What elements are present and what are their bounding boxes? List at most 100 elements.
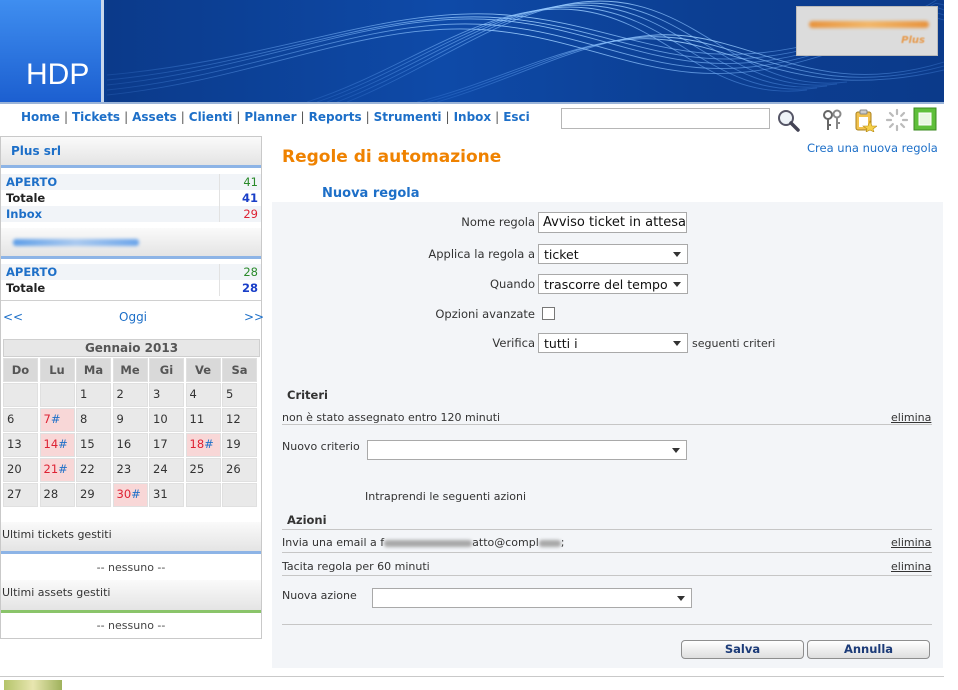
- calendar-day[interactable]: 16: [112, 433, 148, 457]
- advanced-options-label: Opzioni avanzate: [435, 307, 535, 321]
- actions-title: Azioni: [287, 513, 327, 527]
- verify-suffix: seguenti criteri: [692, 337, 776, 350]
- nav-planner[interactable]: Planner: [244, 110, 296, 124]
- delete-action-email-link[interactable]: elimina: [891, 536, 931, 549]
- green-square-icon[interactable]: [913, 107, 937, 131]
- logo-text: HDP: [26, 58, 90, 91]
- calendar-day[interactable]: 25: [185, 458, 221, 482]
- calendar-day[interactable]: 15: [76, 433, 111, 457]
- calendar-day[interactable]: 22: [76, 458, 111, 482]
- nav-home[interactable]: Home: [21, 110, 60, 124]
- left-sidebar: Plus srl APERTO 41 Totale 41 Inbox 29 AP…: [0, 136, 264, 639]
- nav-strumenti[interactable]: Strumenti: [374, 110, 442, 124]
- when-value: trascorre del tempo: [544, 277, 668, 292]
- criteria-title: Criteri: [287, 388, 328, 402]
- clipboard-icon[interactable]: [853, 108, 878, 133]
- calendar-month: Gennaio 2013: [3, 339, 260, 357]
- company-name[interactable]: Plus srl: [11, 144, 61, 158]
- rule-name-input[interactable]: Avviso ticket in attesa: [538, 212, 687, 233]
- save-button[interactable]: Salva: [681, 640, 804, 659]
- calendar-day[interactable]: 6: [3, 408, 38, 432]
- action-row-email: Invia una email a f atto@compl;: [282, 536, 565, 549]
- calendar-day[interactable]: 2: [112, 383, 148, 407]
- nav-tickets[interactable]: Tickets: [72, 110, 120, 124]
- calendar-day[interactable]: 23: [112, 458, 148, 482]
- cancel-button[interactable]: Annulla: [807, 640, 930, 659]
- calendar-day-header: Ve: [185, 358, 221, 382]
- calendar-day[interactable]: 31: [149, 483, 184, 507]
- stat-row-aperto-user[interactable]: APERTO 28: [1, 264, 261, 280]
- calendar-day[interactable]: 17: [149, 433, 184, 457]
- nav-reports[interactable]: Reports: [309, 110, 362, 124]
- calendar-day[interactable]: 12: [222, 408, 257, 432]
- new-action-select[interactable]: [372, 588, 692, 608]
- calendar-day[interactable]: 28: [39, 483, 75, 507]
- verify-value: tutti i: [544, 336, 578, 351]
- calendar-day-header: Ma: [76, 358, 111, 382]
- calendar-day[interactable]: 19: [222, 433, 257, 457]
- nav-assets[interactable]: Assets: [132, 110, 177, 124]
- nav-clienti[interactable]: Clienti: [189, 110, 233, 124]
- stat-label[interactable]: APERTO: [6, 265, 57, 279]
- calendar-day[interactable]: 11: [185, 408, 221, 432]
- when-select[interactable]: trascorre del tempo: [538, 274, 688, 294]
- actions-intro: Intraprendi le seguenti azioni: [365, 490, 527, 503]
- create-rule-link[interactable]: Crea una nuova regola: [807, 141, 938, 155]
- calendar-day[interactable]: 29: [76, 483, 111, 507]
- company-header[interactable]: Plus srl: [1, 137, 261, 168]
- calendar-day[interactable]: 5: [222, 383, 257, 407]
- stat-label: Totale: [6, 281, 46, 295]
- stat-label[interactable]: APERTO: [6, 175, 57, 189]
- calendar-day[interactable]: 30#: [112, 483, 148, 507]
- search-input[interactable]: [561, 108, 770, 129]
- top-navigation: Home | Tickets | Assets | Clienti | Planner | Repo…: [0, 102, 944, 133]
- stat-value: 41: [243, 175, 258, 189]
- nav-inbox[interactable]: Inbox: [454, 110, 492, 124]
- calendar-empty-cell: [185, 483, 221, 507]
- stat-row-totale: Totale 41: [1, 190, 261, 206]
- calendar-day[interactable]: 3: [149, 383, 184, 407]
- stat-label[interactable]: Inbox: [6, 207, 42, 221]
- calendar-day[interactable]: 7#: [39, 408, 75, 432]
- rule-name-label: Nome regola: [461, 215, 535, 229]
- apply-to-value: ticket: [544, 247, 579, 262]
- calendar-day[interactable]: 21#: [39, 458, 75, 482]
- keys-icon[interactable]: [821, 108, 845, 132]
- calendar-day[interactable]: 13: [3, 433, 38, 457]
- last-tickets-title: Ultimi tickets gestiti: [2, 528, 112, 541]
- nav-esci[interactable]: Esci: [503, 110, 530, 124]
- verify-select[interactable]: tutti i: [538, 333, 688, 353]
- calendar-day[interactable]: 1: [76, 383, 111, 407]
- form-subtitle: Nuova regola: [322, 186, 420, 201]
- email-mid: atto@compl: [472, 536, 539, 549]
- last-tickets-header: Ultimi tickets gestiti: [1, 522, 261, 554]
- stat-row-inbox[interactable]: Inbox 29: [1, 206, 261, 222]
- logo[interactable]: HDP: [0, 0, 104, 102]
- delete-action-silence-link[interactable]: elimina: [891, 560, 931, 573]
- apply-to-label: Applica la regola a: [428, 247, 535, 261]
- calendar-next[interactable]: >>: [244, 310, 264, 324]
- user-header[interactable]: [1, 228, 261, 259]
- search-icon[interactable]: [776, 108, 800, 132]
- stat-row-aperto[interactable]: APERTO 41: [1, 174, 261, 190]
- calendar-prev[interactable]: <<: [3, 310, 23, 324]
- calendar-day[interactable]: 10: [149, 408, 184, 432]
- calendar-day-header: Sa: [222, 358, 257, 382]
- apply-to-select[interactable]: ticket: [538, 244, 688, 264]
- calendar-day[interactable]: 14#: [39, 433, 75, 457]
- calendar-day[interactable]: 9: [112, 408, 148, 432]
- calendar-day[interactable]: 26: [222, 458, 257, 482]
- spinner-icon: [885, 108, 909, 132]
- new-criteria-label: Nuovo criterio: [282, 440, 360, 453]
- calendar-day[interactable]: 8: [76, 408, 111, 432]
- last-assets-header: Ultimi assets gestiti: [1, 580, 261, 613]
- new-criteria-select[interactable]: [367, 440, 687, 460]
- advanced-options-checkbox[interactable]: [542, 307, 555, 320]
- calendar-day[interactable]: 27: [3, 483, 38, 507]
- calendar-day[interactable]: 4: [185, 383, 221, 407]
- calendar-today[interactable]: Oggi: [119, 310, 147, 324]
- calendar-day[interactable]: 20: [3, 458, 38, 482]
- delete-criteria-link[interactable]: elimina: [891, 411, 931, 424]
- calendar-day[interactable]: 18#: [185, 433, 221, 457]
- calendar-day[interactable]: 24: [149, 458, 184, 482]
